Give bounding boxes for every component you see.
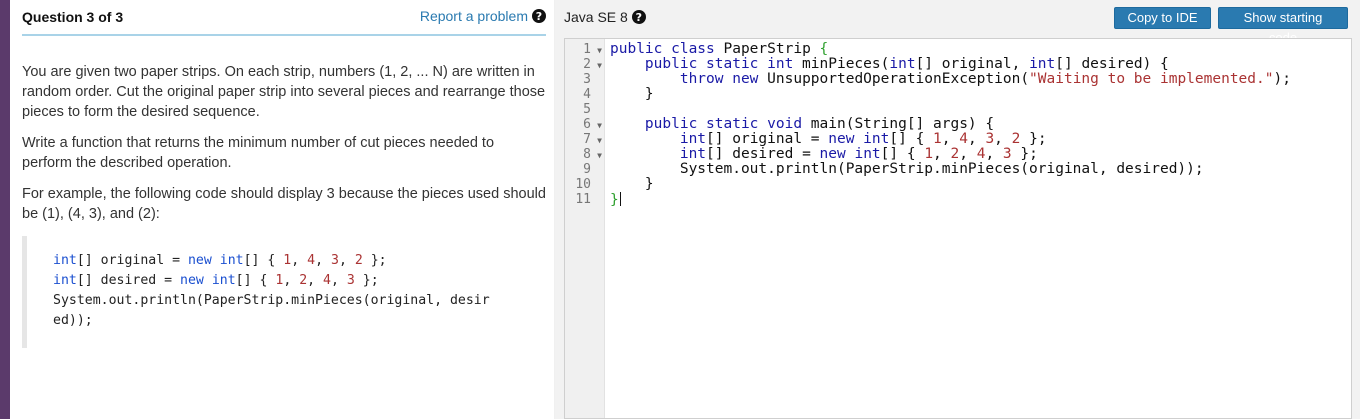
text-cursor — [619, 192, 621, 206]
description-paragraph-3: For example, the following code should d… — [22, 186, 546, 222]
help-icon[interactable]: ? — [532, 9, 546, 23]
show-starting-code-button[interactable]: Show starting code — [1218, 7, 1348, 45]
code-line: public static int minPieces(int[] origin… — [644, 56, 1169, 72]
code-line: } — [610, 176, 654, 192]
fold-arrow-icon[interactable]: ▼ — [597, 58, 602, 73]
description-paragraph-1: You are given two paper strips. On each … — [22, 64, 546, 120]
example-code-block: int[] original = new int[] { 1, 4, 3, 2 … — [22, 236, 546, 348]
editor-toolbar: Java SE 8 ? Copy to IDE Show starting co… — [555, 0, 1360, 45]
report-problem-label: Report a problem — [419, 8, 528, 24]
language-help-icon[interactable]: ? — [631, 10, 646, 24]
code-line: public class PaperStrip { — [610, 41, 829, 57]
question-pane: Question 3 of 3 Report a problem ? You a… — [10, 0, 554, 419]
code-line: int[] desired = new int[] { 1, 2, 4, 3 }… — [679, 146, 1038, 162]
code-line: } — [610, 86, 654, 102]
code-line: int[] original = new int[] { 1, 4, 3, 2 … — [679, 131, 1047, 147]
fold-arrow-icon[interactable]: ▼ — [597, 118, 602, 133]
language-selector[interactable]: Java SE 8 ? — [564, 9, 646, 25]
fold-arrow-icon[interactable]: ▼ — [597, 43, 602, 58]
line-number-gutter: 1 ▼ 2 ▼ 3 4 5 6 ▼ 7 ▼ 8 ▼ 9 10 11 — [565, 39, 605, 418]
code-content[interactable]: public class PaperStrip { public static … — [610, 41, 1291, 208]
language-label: Java SE 8 — [564, 9, 628, 25]
fold-arrow-icon[interactable]: ▼ — [597, 148, 602, 163]
code-line: public static void main(String[] args) { — [644, 116, 995, 132]
question-title: Question 3 of 3 — [22, 9, 124, 25]
left-accent-bar — [0, 0, 10, 419]
copy-to-ide-button[interactable]: Copy to IDE — [1114, 7, 1211, 29]
editor-pane: Java SE 8 ? Copy to IDE Show starting co… — [555, 0, 1360, 419]
code-line: throw new UnsupportedOperationException(… — [679, 71, 1291, 87]
description-paragraph-2: Write a function that returns the minimu… — [22, 135, 495, 171]
code-editor[interactable]: 1 ▼ 2 ▼ 3 4 5 6 ▼ 7 ▼ 8 ▼ 9 10 11 public clas… — [564, 38, 1352, 419]
code-line: } — [610, 192, 621, 208]
code-line: System.out.println(PaperStrip.minPieces(… — [610, 161, 1204, 177]
question-header: Question 3 of 3 Report a problem ? — [22, 0, 546, 36]
report-problem-link[interactable]: Report a problem ? — [420, 8, 546, 24]
example-code: int[] original = new int[] { 1, 4, 3, 2 … — [53, 253, 490, 328]
fold-arrow-icon[interactable]: ▼ — [597, 133, 602, 148]
question-description: You are given two paper strips. On each … — [22, 62, 546, 235]
